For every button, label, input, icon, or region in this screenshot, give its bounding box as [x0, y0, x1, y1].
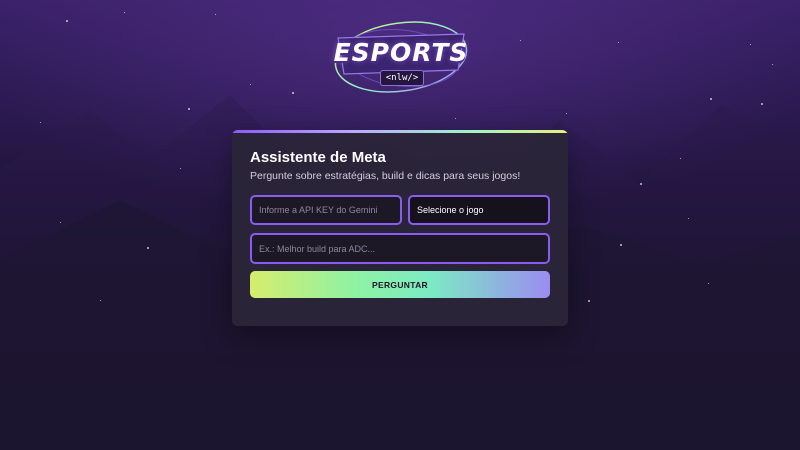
question-input[interactable]	[250, 233, 550, 264]
api-key-input[interactable]	[250, 195, 402, 225]
meta-assistant-card: Assistente de Meta Pergunte sobre estrat…	[232, 130, 568, 326]
card-accent-line	[232, 130, 568, 133]
game-select[interactable]: Selecione o jogo	[408, 195, 550, 225]
card-title: Assistente de Meta	[250, 149, 386, 166]
esports-logo: ESPORTS <nlw/>	[330, 14, 472, 100]
logo-wordmark: ESPORTS	[333, 38, 469, 67]
logo-tag: <nlw/>	[380, 70, 424, 86]
card-subtitle: Pergunte sobre estratégias, build e dica…	[250, 170, 521, 182]
ask-button[interactable]: PERGUNTAR	[250, 271, 550, 298]
